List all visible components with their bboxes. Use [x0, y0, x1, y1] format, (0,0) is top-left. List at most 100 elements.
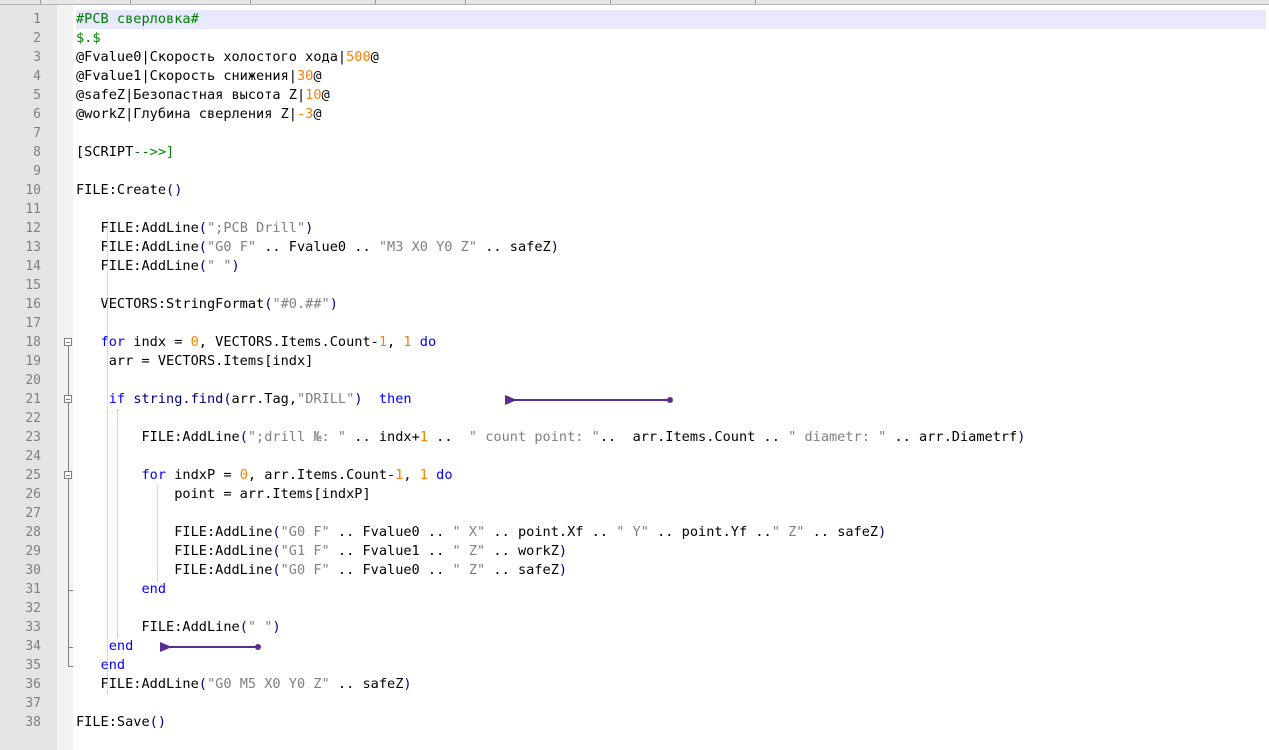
code-line[interactable]: FILE:AddLine("G0 F" .. Fvalue0 .. " X" .…	[76, 523, 1266, 542]
code-token: .. Fvalue0 ..	[256, 239, 379, 255]
code-line[interactable]	[76, 314, 1266, 333]
indent-guide	[107, 219, 108, 694]
code-token: " count point: "	[468, 429, 600, 445]
line-number: 27	[25, 506, 41, 521]
line-number: 4	[33, 69, 41, 84]
code-token: point = arr.Items[indxP]	[76, 486, 371, 502]
code-token: (	[198, 258, 207, 274]
code-text-area[interactable]: #PCB сверловка# $.$ @Fvalue0|Скорость холо…	[76, 10, 1266, 732]
line-number: 17	[25, 316, 41, 331]
code-line[interactable]: arr = VECTORS.Items[indx]	[76, 352, 1266, 371]
code-line[interactable]: @workZ|Глубина сверления Z|-3@	[76, 105, 1266, 124]
line-number: 20	[25, 373, 41, 388]
code-token: "G0 F"	[206, 239, 257, 255]
code-token: (	[198, 676, 207, 692]
code-line[interactable]: VECTORS:StringFormat("#0.##")	[76, 295, 1266, 314]
code-line[interactable]: FILE:Save()	[76, 713, 1266, 732]
tab-divider	[250, 0, 251, 4]
line-number: 7	[33, 126, 41, 141]
line-number: 5	[33, 88, 41, 103]
code-token: @	[313, 106, 322, 122]
code-token: .. point.Yf ..	[648, 524, 772, 540]
code-token: .. point.Xf ..	[485, 524, 617, 540]
code-token: "G1 F"	[280, 543, 330, 559]
line-number: 19	[25, 354, 41, 369]
code-token: string.find	[133, 391, 224, 407]
code-token: FILE:AddLine	[76, 619, 240, 635]
code-line[interactable]: FILE:AddLine(" ")	[76, 257, 1266, 276]
code-line[interactable]: FILE:AddLine("G0 M5 X0 Y0 Z" .. safeZ)	[76, 675, 1266, 694]
code-token: ..	[427, 429, 469, 445]
code-line[interactable]: FILE:AddLine("G1 F" .. Fvalue1 .. " Z" .…	[76, 542, 1266, 561]
code-token: )	[550, 239, 559, 255]
code-token: " Z"	[452, 562, 486, 578]
code-token: ,	[403, 467, 420, 483]
code-line[interactable]: FILE:AddLine(";PCB Drill")	[76, 219, 1266, 238]
code-line[interactable]: @Fvalue1|Скорость снижения|30@	[76, 67, 1266, 86]
code-line[interactable]: #PCB сверловка#	[76, 10, 1266, 29]
code-line[interactable]	[76, 200, 1266, 219]
code-line[interactable]: for indxP = 0, arr.Items.Count-1, 1 do	[76, 466, 1266, 485]
code-token: "G0 M5 X0 Y0 Z"	[206, 676, 330, 692]
code-line[interactable]	[76, 694, 1266, 713]
code-line[interactable]: for indx = 0, VECTORS.Items.Count-1, 1 d…	[76, 333, 1266, 352]
code-line[interactable]: if string.find(arr.Tag,"DRILL") then	[76, 390, 1266, 409]
code-token: do	[419, 334, 437, 350]
code-token: "G0 F"	[280, 524, 330, 540]
code-line[interactable]: $.$	[76, 29, 1266, 48]
tab-divider	[40, 0, 41, 4]
code-token: " Z"	[771, 524, 805, 540]
indent-guide	[157, 485, 158, 580]
line-number: 32	[25, 601, 41, 616]
line-number: 29	[25, 544, 41, 559]
code-token: "M3 X0 Y0 Z"	[378, 239, 478, 255]
line-number: 26	[25, 487, 41, 502]
fold-toggle-icon[interactable]	[64, 395, 72, 403]
code-token: indxP =	[166, 467, 240, 483]
line-number: 30	[25, 563, 41, 578]
tab-divider	[755, 0, 756, 4]
code-line[interactable]	[76, 409, 1266, 428]
code-line[interactable]: [SCRIPT-->>]	[76, 143, 1266, 162]
code-line[interactable]	[76, 504, 1266, 523]
code-line[interactable]	[76, 124, 1266, 143]
code-line[interactable]: end	[76, 656, 1266, 675]
code-token: @	[321, 87, 330, 103]
fold-margin[interactable]	[57, 5, 73, 750]
code-token: for	[141, 467, 167, 483]
code-line[interactable]: end	[76, 580, 1266, 599]
fold-toggle-icon[interactable]	[64, 338, 72, 346]
code-line[interactable]: FILE:AddLine("G0 F" .. Fvalue0 .. "M3 X0…	[76, 238, 1266, 257]
code-line[interactable]: FILE:AddLine("G0 F" .. Fvalue0 .. " Z" .…	[76, 561, 1266, 580]
code-line[interactable]: @safeZ|Безопастная высота Z|10@	[76, 86, 1266, 105]
line-number: 38	[25, 715, 41, 730]
code-token: FILE:AddLine	[76, 543, 273, 559]
code-line[interactable]	[76, 371, 1266, 390]
code-line[interactable]: FILE:AddLine(" ")	[76, 618, 1266, 637]
code-token: arr.Tag,	[231, 391, 298, 407]
code-line[interactable]: point = arr.Items[indxP]	[76, 485, 1266, 504]
line-number: 24	[25, 449, 41, 464]
code-token: end	[108, 638, 134, 654]
code-line[interactable]: FILE:AddLine(";drill №: " .. indx+1 .. "…	[76, 428, 1266, 447]
code-line[interactable]	[76, 162, 1266, 181]
code-line[interactable]	[76, 599, 1266, 618]
line-number: 18	[25, 335, 41, 350]
fold-toggle-icon[interactable]	[64, 471, 72, 479]
line-number: 16	[25, 297, 41, 312]
code-token: .. Fvalue0 ..	[329, 562, 453, 578]
code-line[interactable]	[76, 276, 1266, 295]
code-token: )	[403, 676, 412, 692]
code-token: 30	[296, 68, 314, 84]
code-token: )	[305, 220, 314, 236]
code-line[interactable]	[76, 447, 1266, 466]
code-token: .. safeZ	[329, 676, 404, 692]
code-line[interactable]: end	[76, 637, 1266, 656]
code-token: 1	[419, 429, 428, 445]
code-line[interactable]: FILE:Create()	[76, 181, 1266, 200]
code-line[interactable]: @Fvalue0|Скорость холостого хода|500@	[76, 48, 1266, 67]
code-token: )	[1017, 429, 1026, 445]
code-token: @safeZ|Безопастная высота Z|	[76, 87, 306, 103]
